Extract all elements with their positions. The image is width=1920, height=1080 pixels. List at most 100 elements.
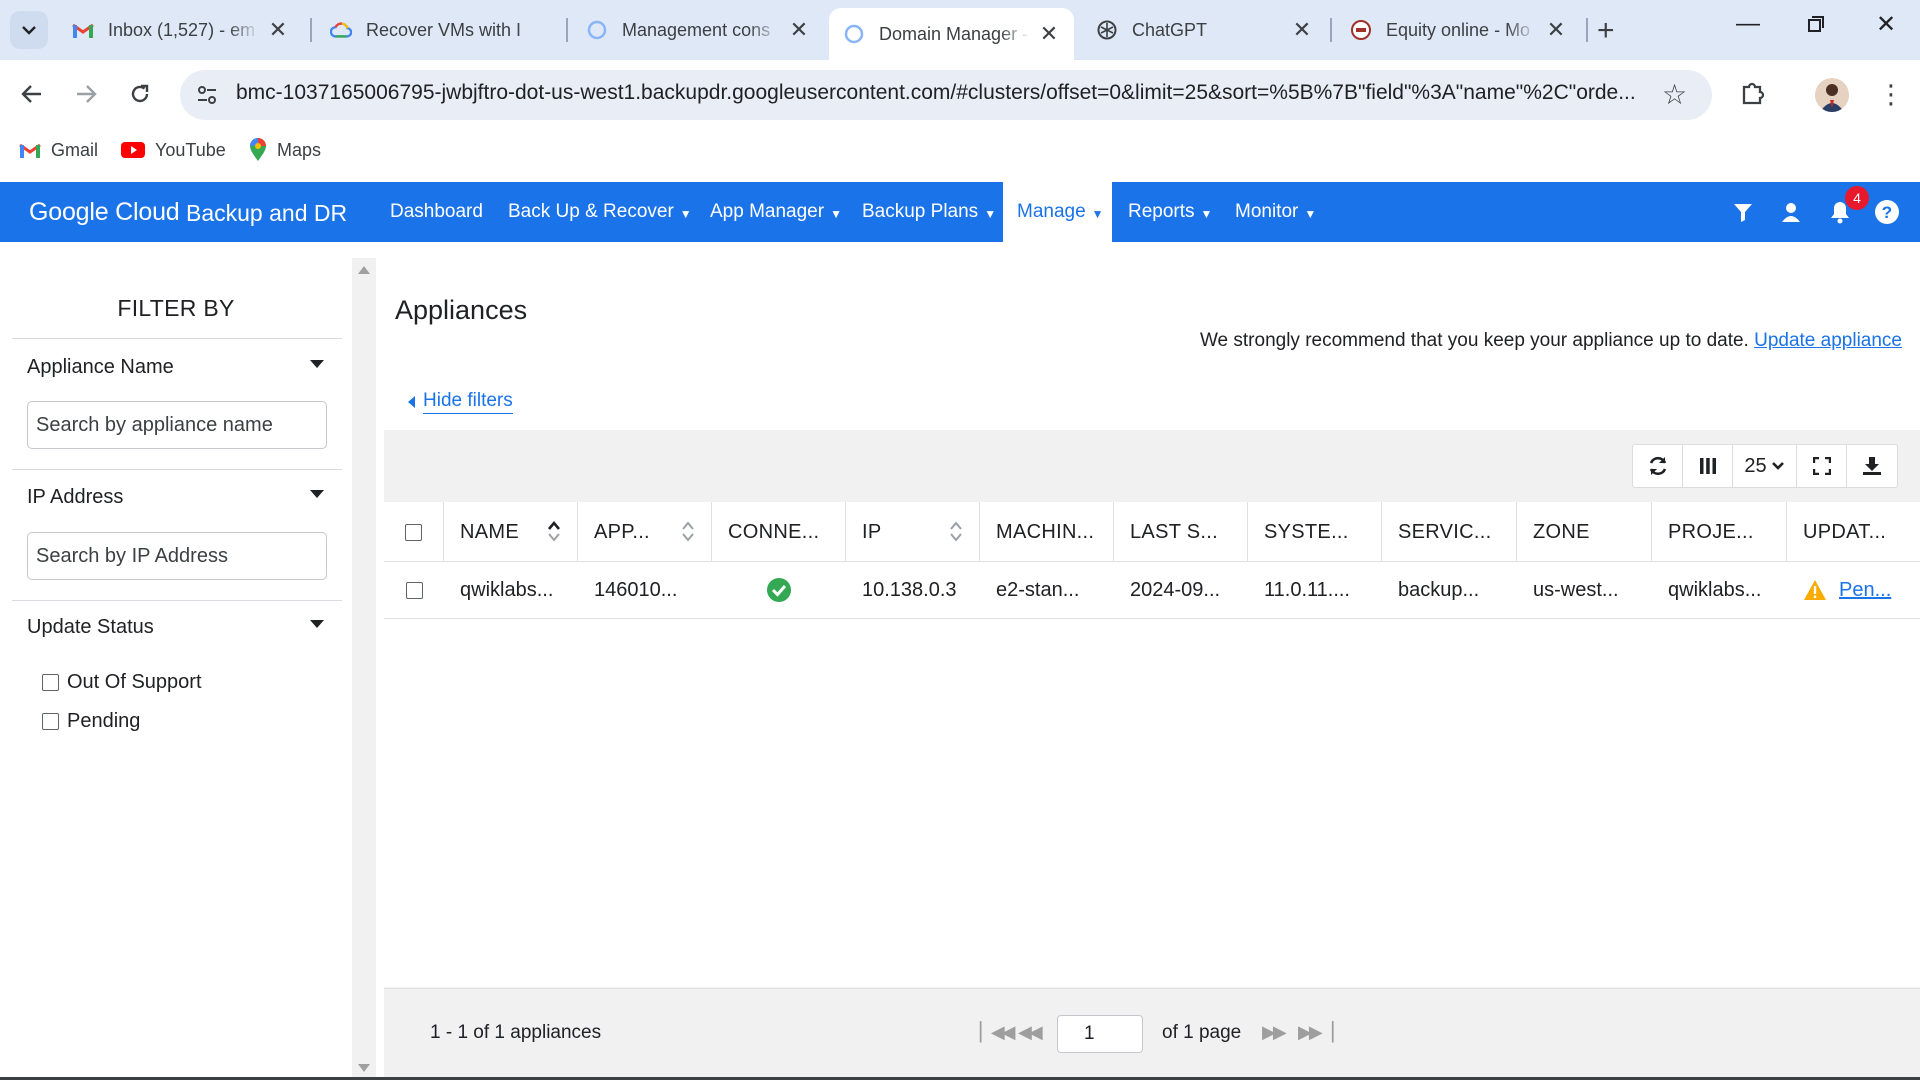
nav-manage[interactable]: Manage ▼ [1003,182,1112,242]
sort-icon [950,521,962,542]
column-header-last[interactable]: LAST S... [1114,502,1248,562]
caret-left-icon [408,396,415,408]
column-label: SERVIC... [1398,520,1492,543]
reload-button[interactable] [122,76,158,112]
refresh-button[interactable] [1633,445,1683,487]
page-size-select[interactable]: 25 [1733,445,1797,487]
nav-backup-plans[interactable]: Backup Plans ▼ [848,182,1010,242]
column-header-zone[interactable]: ZONE [1517,502,1652,562]
column-label: IP [862,520,882,543]
user-icon[interactable] [1777,198,1805,226]
tab-management-console[interactable]: Management cons ✕ [572,8,824,52]
select-all-checkbox[interactable] [405,523,422,541]
tab-search-button[interactable] [10,11,48,49]
chevron-down-icon [22,26,36,35]
filter-option-out-of-support[interactable]: Out Of Support [42,671,202,694]
column-header-service[interactable]: SERVIC... [1382,502,1517,562]
update-status-label[interactable]: Update Status [27,616,154,639]
site-info-icon[interactable] [195,83,219,107]
page-number-input[interactable] [1057,1015,1143,1053]
caret-down-icon[interactable] [310,620,324,628]
column-label: UPDAT... [1803,520,1887,543]
caret-down-icon: ▼ [1200,206,1213,221]
google-cloud-logo[interactable]: Google Cloud [29,198,180,227]
column-label: APP... [594,520,650,543]
next-page-icon[interactable]: ▶▶ [1262,1022,1287,1043]
browser-menu-icon[interactable]: ⋮ [1878,78,1904,110]
checkbox[interactable] [42,713,59,730]
column-header-system[interactable]: SYSTE... [1248,502,1382,562]
nav-dashboard[interactable]: Dashboard [376,182,497,242]
close-tab-icon[interactable]: ✕ [788,17,810,43]
column-label: LAST S... [1130,520,1218,543]
minimize-button[interactable]: — [1728,10,1768,38]
close-tab-icon[interactable]: ✕ [267,17,289,43]
row-checkbox[interactable] [405,581,423,599]
column-label: NAME [460,520,519,543]
nav-back-up-recover[interactable]: Back Up & Recover ▼ [494,182,706,242]
new-tab-button[interactable]: + [1597,14,1615,48]
youtube-icon [121,141,145,159]
column-header-machine[interactable]: MACHIN... [980,502,1114,562]
close-window-button[interactable]: ✕ [1866,10,1906,39]
ip-address-search-input[interactable] [27,532,327,580]
appliance-name-search-input[interactable] [27,401,327,449]
hide-filters-link[interactable]: Hide filters [408,390,513,414]
option-label: Out Of Support [67,671,202,693]
select-all-cell [384,502,444,562]
tab-equity-online[interactable]: Equity online - Mo ✕ [1336,8,1581,52]
fullscreen-button[interactable] [1797,445,1847,487]
nav-app-manager[interactable]: App Manager ▼ [696,182,856,242]
column-header-name[interactable]: NAME [444,502,578,562]
update-appliance-link[interactable]: Update appliance [1754,330,1902,351]
filter-option-pending[interactable]: Pending [42,710,140,733]
bookmark-maps[interactable]: Maps [249,137,321,163]
check-circle-icon [767,578,791,602]
tab-recover-vms[interactable]: Recover VMs with I [316,8,568,52]
forward-button[interactable] [68,76,104,112]
column-header-project[interactable]: PROJE... [1652,502,1787,562]
checkbox[interactable] [42,674,59,691]
sidebar-scrollbar[interactable] [352,258,376,1080]
caret-down-icon[interactable] [310,490,324,498]
ip-address-label[interactable]: IP Address [27,486,123,509]
back-button[interactable] [14,76,50,112]
close-tab-icon[interactable]: ✕ [1545,17,1567,43]
tab-chatgpt[interactable]: ChatGPT ✕ [1082,8,1327,52]
first-page-icon[interactable]: ▏◀◀ [980,1022,1015,1043]
cell-zone: us-west... [1533,578,1619,601]
nav-monitor[interactable]: Monitor ▼ [1221,182,1330,242]
column-header-update[interactable]: UPDAT... [1787,502,1920,562]
column-header-app[interactable]: APP... [578,502,712,562]
tab-title: Equity online - Mo [1386,19,1531,40]
nav-reports[interactable]: Reports ▼ [1114,182,1226,242]
scroll-up-arrow-icon[interactable] [358,266,370,274]
profile-avatar[interactable] [1815,78,1849,112]
filter-icon[interactable] [1729,198,1757,226]
bookmark-star-icon[interactable]: ☆ [1662,78,1687,111]
appliance-name-label[interactable]: Appliance Name [27,356,174,379]
filter-sidebar [0,258,352,1080]
update-status-link[interactable]: Pen... [1839,579,1891,602]
scroll-down-arrow-icon[interactable] [358,1064,370,1072]
cell-name[interactable]: qwiklabs... [444,562,578,618]
previous-page-icon[interactable]: ◀◀ [1018,1022,1043,1043]
restore-button[interactable] [1796,12,1836,40]
extensions-icon[interactable] [1738,78,1770,110]
last-page-icon[interactable]: ▶▶▕ [1298,1022,1333,1043]
close-tab-icon[interactable]: ✕ [1038,21,1060,47]
url-text[interactable]: bmc-1037165006795-jwbjftro-dot-us-west1.… [236,81,1646,105]
bookmark-label: YouTube [155,139,226,160]
bookmark-youtube[interactable]: YouTube [121,137,226,163]
column-header-ip[interactable]: IP [846,502,980,562]
close-tab-icon[interactable]: ✕ [1291,17,1313,43]
help-icon[interactable]: ? [1873,198,1901,226]
table-row[interactable]: qwiklabs... 146010... 10.138.0.3 e2-stan… [384,562,1920,619]
column-header-connection[interactable]: CONNE... [712,502,846,562]
columns-button[interactable] [1683,445,1733,487]
tab-domain-manager[interactable]: Domain Manager - ✕ [829,8,1074,60]
caret-down-icon[interactable] [310,360,324,368]
bookmark-gmail[interactable]: Gmail [19,137,98,163]
tab-gmail[interactable]: Inbox (1,527) - em ✕ [58,8,303,52]
download-button[interactable] [1847,445,1897,487]
